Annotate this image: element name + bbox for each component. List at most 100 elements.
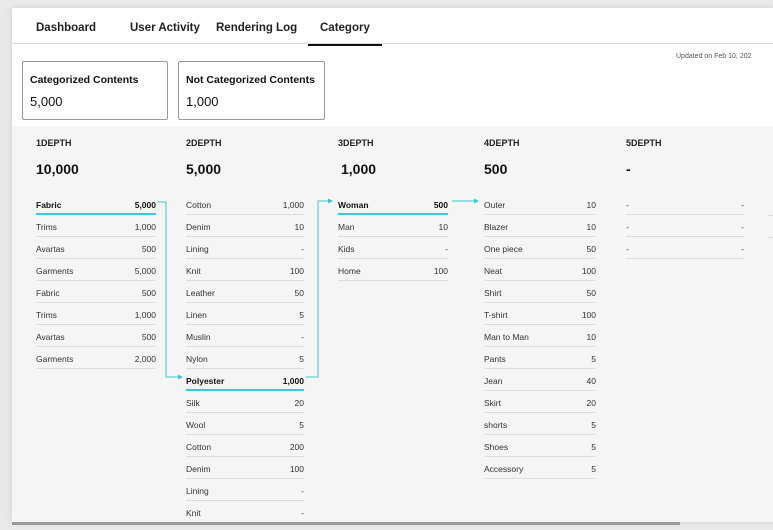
category-count: - — [301, 486, 304, 496]
category-count: 5 — [591, 354, 596, 364]
category-row[interactable]: Pants 5 — [484, 347, 596, 369]
category-row[interactable]: Garments 5,000 — [36, 259, 156, 281]
category-row[interactable]: Polyester 1,000 — [186, 369, 304, 391]
category-name: Silk — [186, 398, 200, 408]
category-row[interactable]: Avartas 500 — [36, 237, 156, 259]
category-row[interactable]: Garments 2,000 — [36, 347, 156, 369]
category-row[interactable]: One piece 50 — [484, 237, 596, 259]
card-title: Not Categorized Contents — [186, 74, 315, 86]
depth-list: Fabric 5,000 Trims 1,000 Avartas 500 Garments 5… — [36, 193, 156, 369]
category-row[interactable]: Woman 500 — [338, 193, 448, 215]
category-count: 10 — [586, 222, 596, 232]
category-row[interactable]: Shirt 50 — [484, 281, 596, 303]
category-name: Accessory — [484, 464, 524, 474]
category-name: Avartas — [36, 332, 65, 342]
category-row[interactable]: Jean 40 — [484, 369, 596, 391]
category-row[interactable]: Trims 1,000 — [36, 303, 156, 325]
category-count: 1,000 — [134, 310, 156, 320]
category-name: Lining — [186, 486, 209, 496]
category-row[interactable]: Denim 100 — [186, 457, 304, 479]
category-name: Man — [338, 222, 355, 232]
depth-total: 1,000 — [341, 161, 377, 177]
category-name: Denim — [186, 222, 211, 232]
category-name: Skirt — [484, 398, 501, 408]
updated-timestamp: Updated on Feb 10, 202 — [676, 53, 752, 60]
category-row[interactable]: Nylon 5 — [186, 347, 304, 369]
depth-total: 500 — [484, 161, 508, 177]
tab-bar: Dashboard User Activity Rendering Log Ca… — [12, 8, 773, 46]
tab-category[interactable]: Category — [308, 22, 382, 46]
category-row[interactable]: Lining - — [186, 479, 304, 501]
category-count: 5 — [591, 464, 596, 474]
category-count: 2,000 — [134, 354, 156, 364]
category-row[interactable]: Skirt 20 — [484, 391, 596, 413]
category-row[interactable]: Cotton 1,000 — [186, 193, 304, 215]
category-row[interactable]: Linen 5 — [186, 303, 304, 325]
card-value: 1,000 — [186, 94, 219, 109]
category-name: Polyester — [186, 376, 225, 386]
category-name: Man to Man — [484, 332, 529, 342]
depth-list: Cotton 1,000 Denim 10 Lining - Knit 100 Leather 5… — [186, 193, 304, 522]
category-row[interactable]: Man to Man 10 — [484, 325, 596, 347]
category-name: Cotton — [186, 200, 212, 210]
category-row[interactable]: Home 100 — [338, 259, 448, 281]
category-row[interactable]: Knit 100 — [186, 259, 304, 281]
tab-user-activity[interactable]: User Activity — [130, 22, 200, 34]
category-count: 5 — [299, 420, 304, 430]
depth-total: - — [626, 161, 631, 177]
category-name: Lining — [186, 244, 209, 254]
category-row[interactable]: Trims 1,000 — [36, 215, 156, 237]
category-name: Knit — [186, 266, 201, 276]
category-row[interactable]: Neat 100 — [484, 259, 596, 281]
category-row[interactable]: Lining - — [186, 237, 304, 259]
category-name: Shirt — [484, 288, 502, 298]
category-count: - — [301, 508, 304, 518]
category-row[interactable]: Kids - — [338, 237, 448, 259]
category-name: Kids — [338, 244, 355, 254]
tab-dashboard[interactable]: Dashboard — [36, 22, 96, 34]
card-value: 5,000 — [30, 94, 63, 109]
category-row[interactable]: Blazer 10 — [484, 215, 596, 237]
category-row[interactable]: -- — [626, 215, 744, 237]
category-row[interactable]: Man 10 — [338, 215, 448, 237]
category-name: shorts — [484, 420, 508, 430]
category-count: 40 — [586, 376, 596, 386]
category-name: Woman — [338, 200, 369, 210]
category-row[interactable]: Fabric 5,000 — [36, 193, 156, 215]
category-row[interactable]: Avartas 500 — [36, 325, 156, 347]
horizontal-scrollbar[interactable] — [12, 522, 680, 525]
category-row[interactable]: Denim 10 — [186, 215, 304, 237]
category-name: Fabric — [36, 288, 60, 298]
category-count: - — [445, 244, 448, 254]
category-count: 1,000 — [282, 200, 304, 210]
category-count: - — [741, 200, 744, 210]
depth-column-2: 2DEPTH 5,000 Cotton 1,000 Denim 10 Lining - Kn… — [186, 138, 304, 518]
depth-label: 3DEPTH — [338, 138, 374, 148]
category-name: Wool — [186, 420, 206, 430]
category-row[interactable]: -- — [626, 237, 744, 259]
category-row[interactable]: Shoes 5 — [484, 435, 596, 457]
category-row[interactable]: Accessory 5 — [484, 457, 596, 479]
category-row[interactable]: Outer 10 — [484, 193, 596, 215]
not-categorized-contents-card: Not Categorized Contents 1,000 — [178, 61, 325, 120]
category-count: 100 — [289, 464, 304, 474]
depth-label: 5DEPTH — [626, 138, 662, 148]
depth-total: 10,000 — [36, 161, 79, 177]
tab-rendering-log[interactable]: Rendering Log — [216, 22, 297, 34]
category-count: 100 — [433, 266, 448, 276]
category-row[interactable]: shorts 5 — [484, 413, 596, 435]
category-row[interactable]: Leather 50 — [186, 281, 304, 303]
category-row[interactable]: Cotton 200 — [186, 435, 304, 457]
category-row[interactable]: Wool 5 — [186, 413, 304, 435]
category-row[interactable]: T-shirt 100 — [484, 303, 596, 325]
category-row[interactable]: -- — [626, 193, 744, 215]
category-count: 200 — [289, 442, 304, 452]
category-count: 10 — [438, 222, 448, 232]
category-row[interactable]: Silk 20 — [186, 391, 304, 413]
category-row[interactable]: Fabric 500 — [36, 281, 156, 303]
category-row[interactable]: Muslin - — [186, 325, 304, 347]
depth-label: 2DEPTH — [186, 138, 222, 148]
category-count: - — [301, 244, 304, 254]
category-row[interactable]: Knit - — [186, 501, 304, 522]
depth-column-4: 4DEPTH 500 Outer 10 Blazer 10 One piece 50 Nea… — [484, 138, 596, 479]
